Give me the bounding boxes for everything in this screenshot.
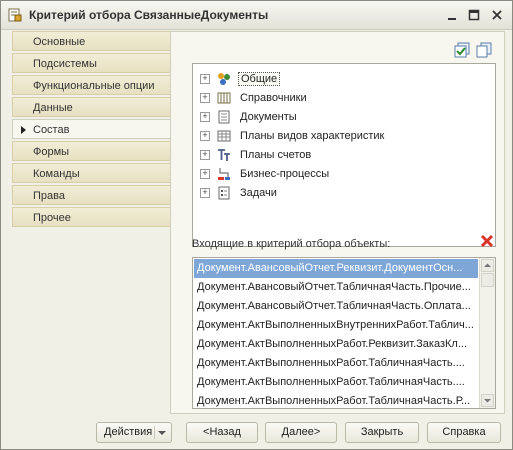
tab-label: Функциональные опции — [33, 80, 155, 92]
scroll-down-button[interactable] — [481, 394, 494, 407]
close-dialog-button[interactable]: Закрыть — [345, 422, 419, 443]
close-button[interactable] — [489, 7, 505, 23]
check-all-icon[interactable] — [454, 42, 470, 58]
task-icon — [218, 186, 230, 200]
scroll-up-button[interactable] — [481, 259, 494, 272]
close-icon — [492, 10, 502, 20]
catalog-icon — [217, 92, 231, 104]
list-item[interactable]: Документ.АктВыполненныхРабот.ТабличнаяЧа… — [194, 373, 478, 392]
tab-functional-options[interactable]: Функциональные опции — [12, 75, 171, 95]
tab-osnovnye[interactable]: Основные — [12, 31, 171, 51]
tab-formy[interactable]: Формы — [12, 141, 171, 161]
list-item[interactable]: Документ.АвансовыйОтчет.ТабличнаяЧасть.О… — [194, 297, 478, 316]
tree-item-documents[interactable]: + Документы — [193, 108, 495, 127]
list-item[interactable]: Документ.АвансовыйОтчет.ТабличнаяЧасть.П… — [194, 278, 478, 297]
title-bar: Критерий отбора СвязанныеДокументы — [1, 1, 512, 30]
list-item[interactable]: Документ.АктВыполненныхВнутреннихРабот.Т… — [194, 316, 478, 335]
window-title: Критерий отбора СвязанныеДокументы — [29, 8, 269, 22]
maximize-button[interactable] — [466, 7, 482, 23]
list-item[interactable]: Документ.АктВыполненныхРабот.Реквизит.За… — [194, 335, 478, 354]
copy-icon[interactable] — [476, 42, 492, 58]
expand-icon[interactable]: + — [200, 169, 210, 179]
tab-komandy[interactable]: Команды — [12, 163, 171, 183]
tab-sostav[interactable]: Состав — [12, 119, 172, 139]
chevron-down-icon — [158, 431, 166, 435]
list-item[interactable]: Документ.АктВыполненныхРабот.ТабличнаяЧа… — [194, 354, 478, 373]
back-button[interactable]: <Назад — [186, 422, 258, 443]
tree-item-label: Планы видов характеристик — [240, 130, 385, 142]
tree-item-characteristic-plans[interactable]: + Планы видов характеристик — [193, 127, 495, 146]
tab-prava[interactable]: Права — [12, 185, 171, 205]
tree-item-label: Задачи — [240, 187, 277, 199]
chart-of-accounts-icon — [218, 149, 230, 161]
objects-list[interactable]: Документ.АвансовыйОтчет.Реквизит.Докумен… — [192, 257, 496, 409]
remove-icon[interactable] — [480, 234, 494, 248]
help-button[interactable]: Справка — [427, 422, 501, 443]
back-button-label: <Назад — [203, 426, 241, 438]
expand-icon[interactable]: + — [200, 74, 210, 84]
tab-label: Прочее — [33, 212, 71, 224]
tab-podsistemy[interactable]: Подсистемы — [12, 53, 171, 73]
minimize-icon — [448, 18, 456, 20]
expand-icon[interactable]: + — [200, 131, 210, 141]
metadata-tree[interactable]: + Общие + Справочники + Документы + План… — [192, 63, 496, 247]
tree-item-charts-of-accounts[interactable]: + Планы счетов — [193, 146, 495, 165]
tree-item-business-processes[interactable]: + Бизнес-процессы — [193, 165, 495, 184]
next-button-label: Далее> — [281, 426, 321, 438]
tab-label: Команды — [33, 168, 80, 180]
tab-label: Формы — [33, 146, 70, 158]
expand-icon[interactable]: + — [200, 112, 210, 122]
document-icon — [218, 110, 230, 124]
tree-item-catalogs[interactable]: + Справочники — [193, 89, 495, 108]
tab-label: Права — [33, 190, 65, 202]
list-item[interactable]: Документ.АктВыполненныхРабот.ТабличнаяЧа… — [194, 392, 478, 408]
next-button[interactable]: Далее> — [265, 422, 337, 443]
tab-dannye[interactable]: Данные — [12, 97, 171, 117]
tab-label: Подсистемы — [33, 58, 97, 70]
tree-item-tasks[interactable]: + Задачи — [193, 184, 495, 203]
tree-item-label: Справочники — [240, 92, 307, 104]
nav-tabs: Основные Подсистемы Функциональные опции… — [12, 31, 172, 229]
maximize-icon — [468, 9, 480, 21]
tree-item-label: Бизнес-процессы — [240, 168, 330, 180]
list-item[interactable]: Документ.АвансовыйОтчет.Реквизит.Докумен… — [194, 259, 478, 278]
tree-item-label: Планы счетов — [240, 149, 312, 161]
tab-prochee[interactable]: Прочее — [12, 207, 171, 227]
chart-of-characteristics-icon — [217, 130, 231, 142]
vertical-scrollbar[interactable] — [479, 258, 495, 408]
expand-icon[interactable]: + — [200, 150, 210, 160]
close-button-label: Закрыть — [360, 426, 404, 438]
separator — [154, 426, 155, 439]
common-objects-icon — [218, 73, 230, 85]
filter-doc-icon — [8, 8, 22, 22]
panel-toolbar — [454, 42, 492, 58]
tree-item-label: Общие — [238, 72, 281, 86]
actions-button-label: Действия — [104, 426, 153, 438]
minimize-button[interactable] — [444, 7, 460, 23]
expand-icon[interactable]: + — [200, 188, 210, 198]
active-tab-arrow-icon — [21, 126, 26, 134]
help-button-label: Справка — [442, 426, 486, 438]
scroll-thumb[interactable] — [481, 273, 494, 287]
content-panel: + Общие + Справочники + Документы + План… — [170, 31, 505, 414]
tab-label: Состав — [33, 124, 70, 136]
scroll-down-icon — [484, 399, 491, 403]
tree-item-label: Документы — [240, 111, 297, 123]
tab-label: Основные — [33, 36, 86, 48]
expand-icon[interactable]: + — [200, 93, 210, 103]
scroll-up-icon — [484, 263, 491, 267]
tree-item-common[interactable]: + Общие — [193, 70, 495, 89]
business-process-icon — [218, 168, 230, 180]
dialog-window: Критерий отбора СвязанныеДокументы Основ… — [0, 0, 513, 450]
tab-label: Данные — [33, 102, 73, 114]
actions-button[interactable]: Действия — [96, 422, 172, 443]
objects-list-label: Входящие в критерий отбора объекты: — [192, 238, 391, 250]
